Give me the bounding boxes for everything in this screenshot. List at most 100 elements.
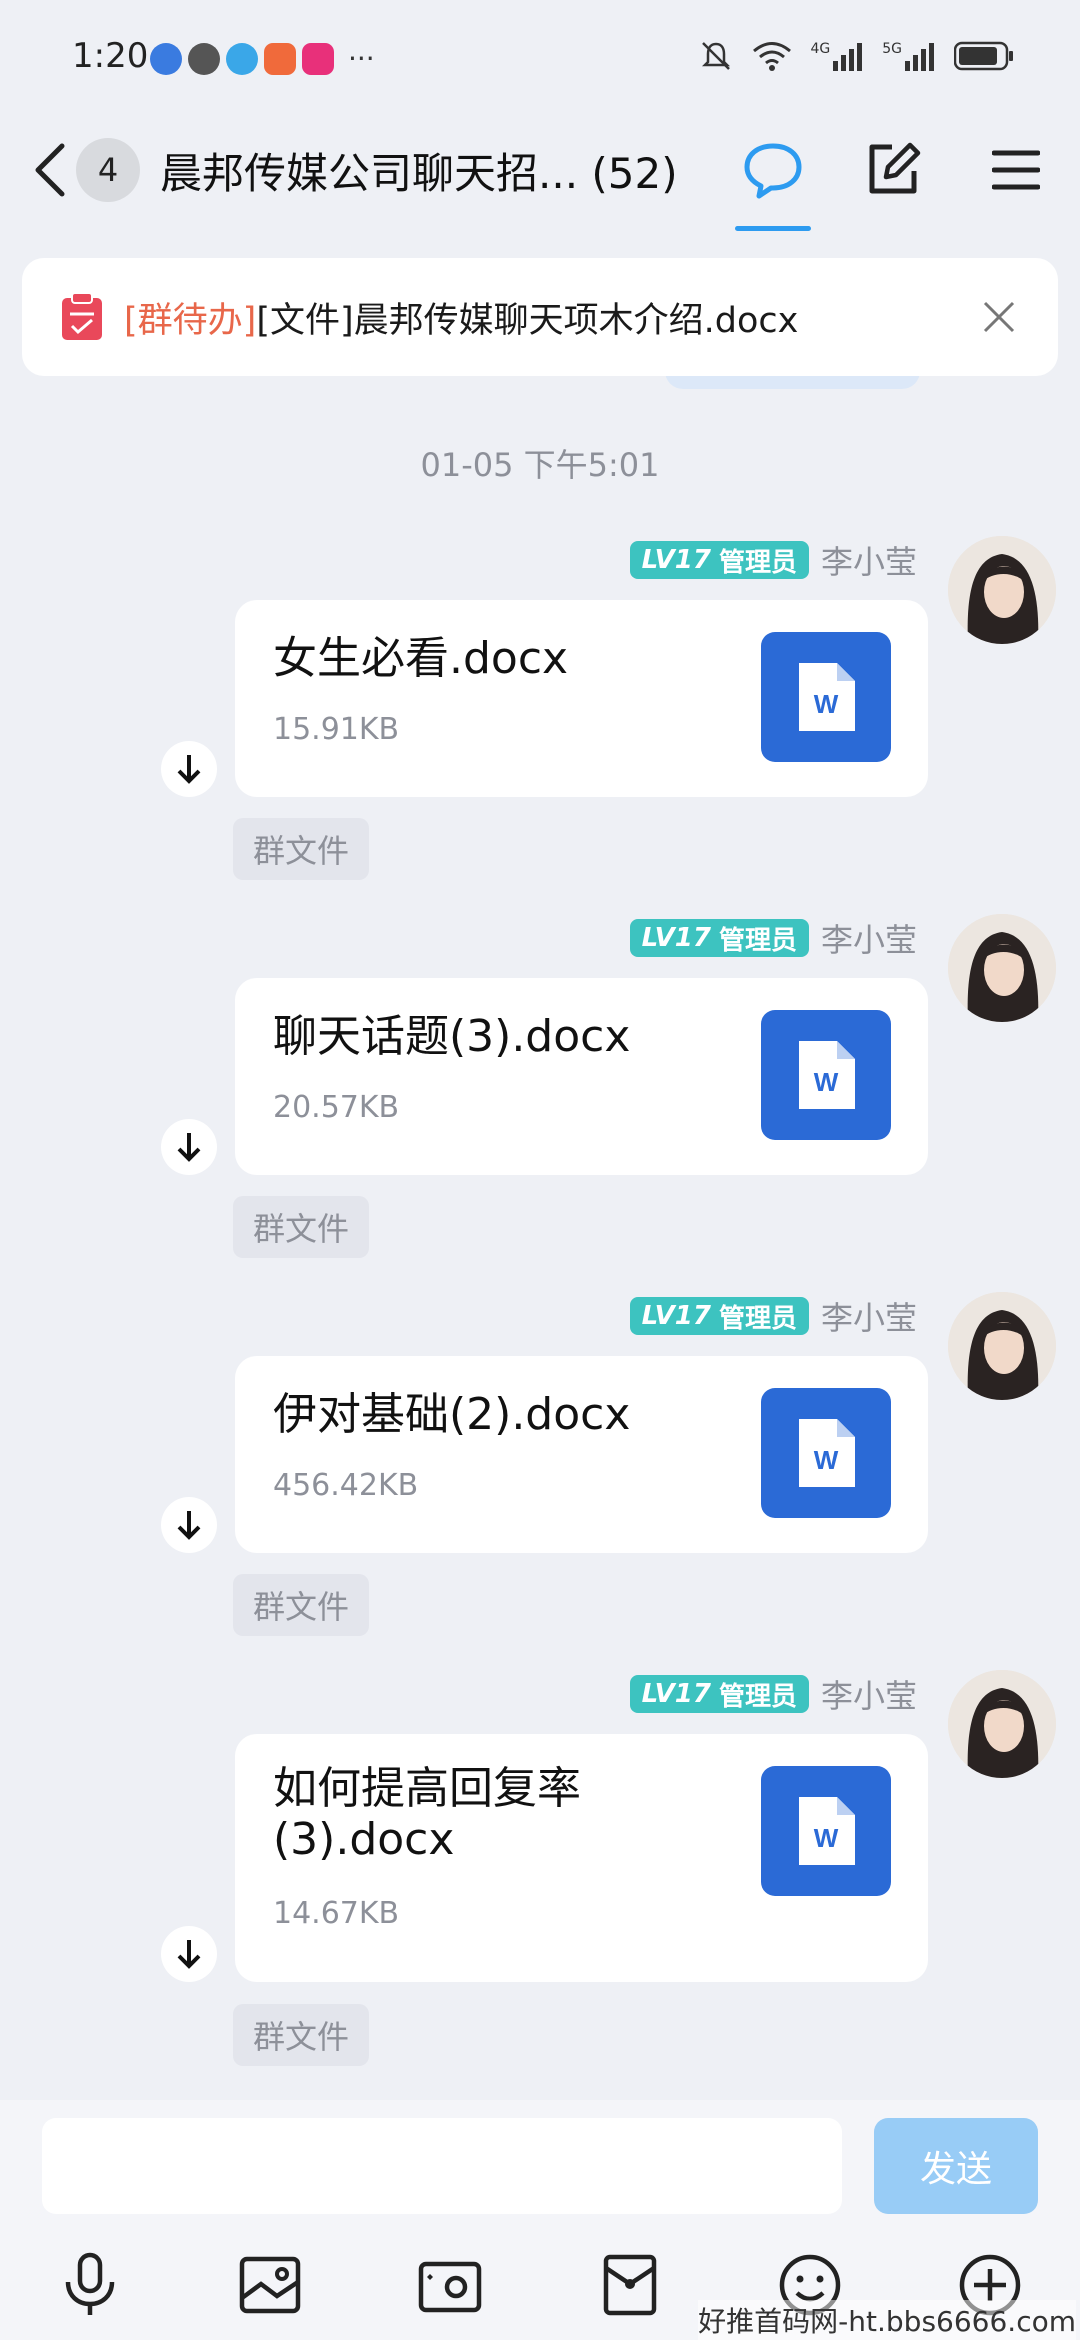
microphone-icon <box>65 2252 115 2315</box>
chat-bubble-icon <box>744 143 802 199</box>
unread-count-badge[interactable]: 4 <box>76 138 140 202</box>
voice-button[interactable] <box>50 2245 130 2325</box>
file-size: 14.67KB <box>273 1896 400 1931</box>
level-badge: LV17 管理员 <box>629 541 809 579</box>
word-page-icon: W <box>799 1419 855 1487</box>
promo-app-icon <box>302 42 334 75</box>
word-doc-icon: W <box>761 1388 891 1518</box>
sender-meta: LV17 管理员 李小莹 <box>629 1293 917 1339</box>
file-name: 聊天话题(3).docx <box>273 1011 631 1062</box>
download-icon <box>177 755 201 784</box>
download-button[interactable] <box>161 1926 217 1982</box>
more-notifications: ··· <box>348 42 375 75</box>
watermark-text: 好推首码网-ht.bbs6666.com <box>698 2300 1076 2340</box>
chat-app-icon <box>226 42 258 75</box>
svg-text:W: W <box>814 1823 839 1853</box>
chat-tab-button[interactable] <box>733 130 813 210</box>
edit-button[interactable] <box>853 130 933 210</box>
file-name: 女生必看.docx <box>273 633 569 684</box>
group-file-tag[interactable]: 群文件 <box>233 1574 370 1636</box>
avatar-image <box>948 914 1056 1022</box>
download-icon <box>177 1511 201 1540</box>
word-doc-icon: W <box>761 1766 891 1896</box>
group-file-tag[interactable]: 群文件 <box>233 1196 370 1258</box>
group-file-tag[interactable]: 群文件 <box>233 2004 370 2066</box>
back-arrow-icon[interactable] <box>30 140 70 200</box>
notice-tag: [群待办] <box>124 300 257 341</box>
notice-content: [文件]晨邦传媒聊天项木介绍.docx <box>256 300 799 341</box>
close-icon[interactable] <box>982 300 1016 334</box>
menu-button[interactable] <box>976 130 1056 210</box>
file-message-bubble[interactable]: 聊天话题(3).docx 20.57KB W <box>235 978 928 1175</box>
file-size: 20.57KB <box>273 1090 400 1125</box>
level-badge: LV17 管理员 <box>629 919 809 957</box>
word-doc-icon: W <box>761 1010 891 1140</box>
message-input[interactable] <box>42 2118 842 2214</box>
download-button[interactable] <box>161 741 217 797</box>
camera-button[interactable] <box>410 2245 490 2325</box>
camera-icon <box>418 2261 482 2313</box>
svg-text:W: W <box>814 689 839 719</box>
word-page-icon: W <box>799 1041 855 1109</box>
photo-button[interactable] <box>230 2245 310 2325</box>
group-todo-notice[interactable]: [群待办][文件]晨邦传媒聊天项木介绍.docx <box>22 258 1058 376</box>
red-packet-button[interactable] <box>590 2245 670 2325</box>
sender-meta: LV17 管理员 李小莹 <box>629 537 917 583</box>
sender-meta: LV17 管理员 李小莹 <box>629 1671 917 1717</box>
signal-bars-icon <box>905 43 934 71</box>
active-tab-indicator <box>735 226 811 231</box>
avatar-image <box>948 536 1056 644</box>
download-icon <box>177 1133 201 1162</box>
status-time: 1:20 <box>72 36 149 76</box>
edit-icon <box>869 142 921 194</box>
signal-4g: 4G <box>810 41 864 71</box>
file-message-bubble[interactable]: 女生必看.docx 15.91KB W <box>235 600 928 797</box>
download-button[interactable] <box>161 1497 217 1553</box>
download-button[interactable] <box>161 1119 217 1175</box>
menu-icon <box>992 150 1040 190</box>
wechat-app-icon <box>188 42 220 75</box>
avatar-image <box>948 1670 1056 1778</box>
status-app-icons: ··· <box>150 42 375 75</box>
sender-name: 李小莹 <box>820 1677 917 1715</box>
file-name: 如何提高回复率 (3).docx <box>273 1763 733 1865</box>
avatar[interactable] <box>948 914 1056 1022</box>
message-timestamp: 01-05 下午5:01 <box>420 446 660 484</box>
chat-title[interactable]: 晨邦传媒公司聊天招... (52) <box>160 140 700 201</box>
notice-text: [群待办][文件]晨邦传媒聊天项木介绍.docx <box>124 292 798 343</box>
download-icon <box>177 1940 201 1969</box>
shop-app-icon <box>264 42 296 75</box>
sender-meta: LV17 管理员 李小莹 <box>629 915 917 961</box>
mute-icon <box>702 42 731 70</box>
file-name: 伊对基础(2).docx <box>273 1389 631 1440</box>
browser-app-icon <box>150 42 182 75</box>
word-page-icon: W <box>799 663 855 731</box>
word-page-icon: W <box>799 1797 855 1865</box>
avatar[interactable] <box>948 536 1056 644</box>
sender-name: 李小莹 <box>820 1299 917 1337</box>
status-right: 4G 5G <box>698 38 1014 74</box>
file-size: 456.42KB <box>273 1468 419 1503</box>
group-file-tag[interactable]: 群文件 <box>233 818 370 880</box>
clipboard-icon <box>62 292 102 340</box>
avatar[interactable] <box>948 1670 1056 1778</box>
file-message-bubble[interactable]: 伊对基础(2).docx 456.42KB W <box>235 1356 928 1553</box>
file-name-line: (3).docx <box>273 1813 455 1865</box>
file-name-line: 如何提高回复率 <box>273 1763 581 1814</box>
svg-text:W: W <box>814 1445 839 1475</box>
red-packet-icon <box>603 2254 657 2316</box>
avatar-image <box>948 1292 1056 1400</box>
avatar[interactable] <box>948 1292 1056 1400</box>
file-size: 15.91KB <box>273 712 400 747</box>
svg-text:W: W <box>814 1067 839 1097</box>
file-message-bubble[interactable]: 如何提高回复率 (3).docx 14.67KB W <box>235 1734 928 1982</box>
level-badge: LV17 管理员 <box>629 1675 809 1713</box>
image-icon <box>239 2256 301 2314</box>
signal-5g: 5G <box>882 41 936 71</box>
level-badge: LV17 管理员 <box>629 1297 809 1335</box>
battery-icon <box>954 41 1013 71</box>
send-button[interactable]: 发送 <box>874 2118 1038 2214</box>
signal-bars-icon <box>833 43 863 71</box>
word-doc-icon: W <box>761 632 891 762</box>
sender-name: 李小莹 <box>820 543 917 581</box>
